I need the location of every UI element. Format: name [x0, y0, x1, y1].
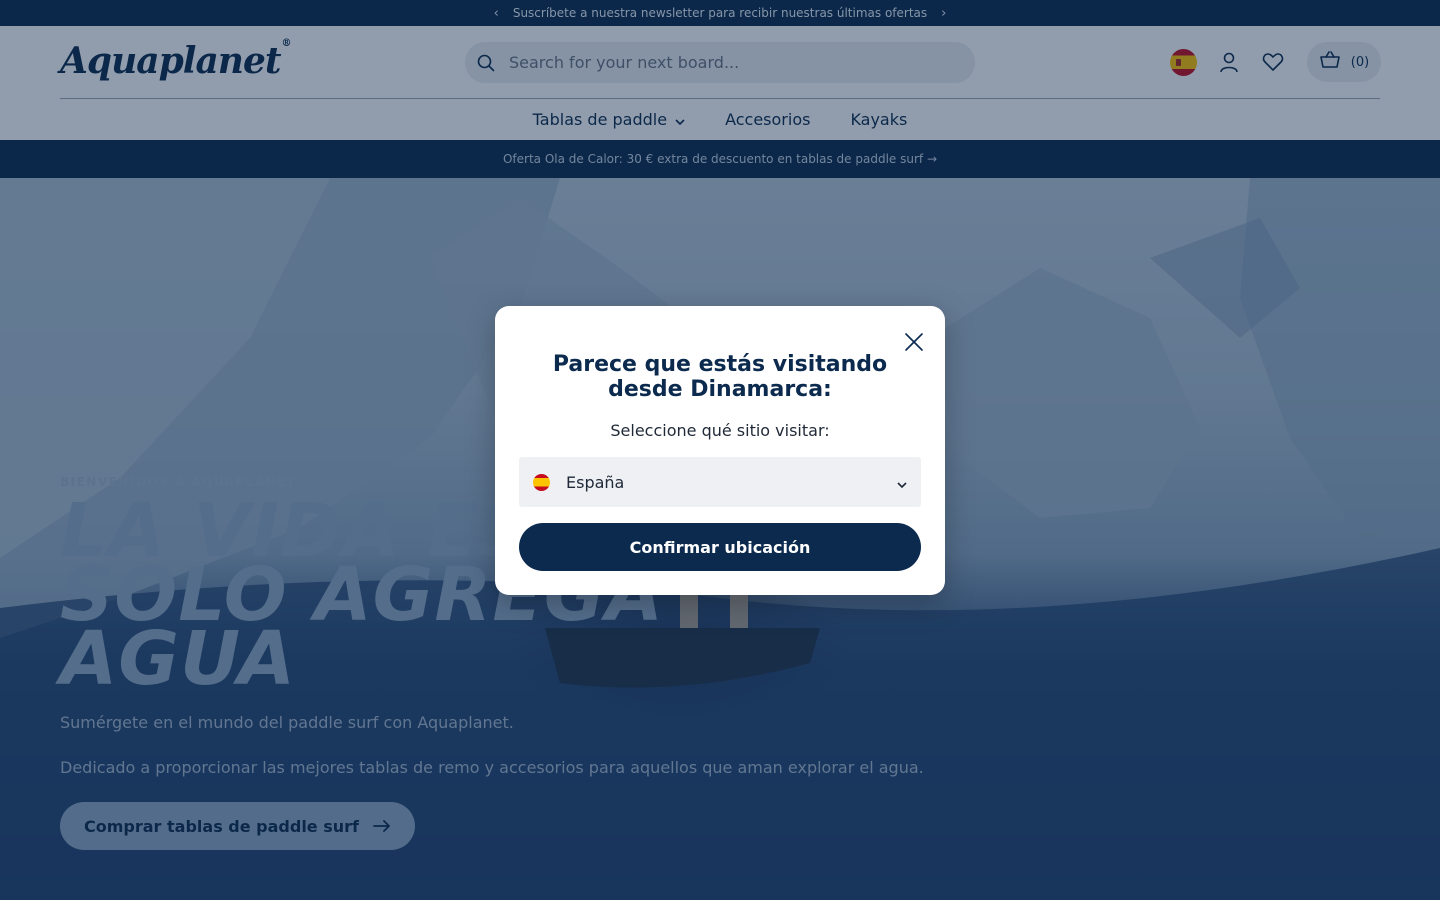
site-select[interactable]: España — [519, 457, 921, 507]
geo-location-modal: Parece que estás visitando desde Dinamar… — [495, 306, 945, 595]
site-select-value: España — [566, 472, 625, 492]
modal-title: Parece que estás visitando desde Dinamar… — [552, 352, 888, 402]
chevron-down-icon — [897, 473, 907, 492]
confirm-location-button[interactable]: Confirmar ubicación — [519, 523, 921, 571]
spain-flag-icon — [533, 473, 550, 491]
modal-label: Seleccione qué sitio visitar: — [610, 421, 830, 440]
close-icon[interactable] — [902, 330, 926, 354]
